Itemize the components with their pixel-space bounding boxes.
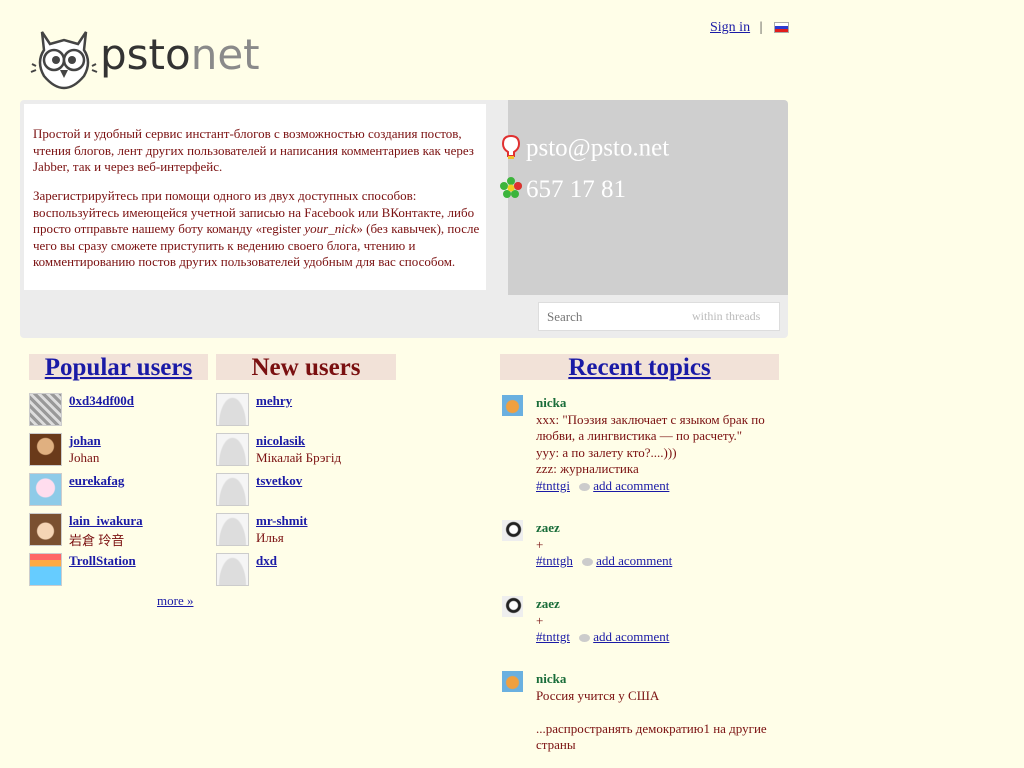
topic-tag-link[interactable]: #tnttgh <box>536 553 573 568</box>
avatar[interactable] <box>502 520 523 541</box>
comment-bubble-icon <box>579 482 591 491</box>
intro-paragraph-1: Простой и удобный сервис инстант-блогов … <box>33 126 474 175</box>
avatar[interactable] <box>502 671 523 692</box>
default-avatar-icon[interactable] <box>216 393 249 426</box>
topic-text-line: + <box>536 536 544 552</box>
user-real-name: Johan <box>69 450 100 465</box>
header-links: Sign in | <box>710 20 789 36</box>
popular-user-item: johan Johan <box>29 433 209 467</box>
user-nick-link[interactable]: 0xd34df00d <box>69 393 134 409</box>
user-nick-link[interactable]: nicolasik <box>256 433 305 449</box>
topic-author[interactable]: nicka <box>536 671 772 688</box>
topic-text-line: + <box>536 612 544 628</box>
add-comment-link[interactable]: add acomment <box>596 553 672 568</box>
topic-meta: #tnttgh add acomment <box>536 553 772 570</box>
topic-text-line: yyy: а по залету кто?....))) <box>536 444 677 460</box>
avatar[interactable] <box>502 596 523 617</box>
avatar[interactable] <box>29 513 62 546</box>
search-box: within threads <box>538 302 780 331</box>
topic-text-line: Россия учится у США <box>536 687 660 703</box>
user-nick-link[interactable]: johan <box>69 433 101 449</box>
user-real-name: 岩倉 玲音 <box>69 533 125 548</box>
russian-flag-icon[interactable] <box>773 22 789 34</box>
intro-text-box: Простой и удобный сервис инстант-блогов … <box>24 104 486 290</box>
recent-topics-link[interactable]: Recent topics <box>568 354 710 381</box>
new-user-item: nicolasik Мікалай Брэгід <box>216 433 396 467</box>
site-logo[interactable]: pstonet <box>30 22 260 92</box>
topic-text-line: xxx: "Поэзия заключает с языком брак по … <box>536 411 765 444</box>
user-nick-link[interactable]: TrollStation <box>69 553 136 569</box>
topic-text-line: ...распространять демократию1 на другие … <box>536 720 767 753</box>
avatar[interactable] <box>502 395 523 416</box>
jabber-address[interactable]: psto@psto.net <box>526 135 669 162</box>
add-comment-link[interactable]: add acomment <box>593 629 669 644</box>
search-scope-label[interactable]: within threads <box>692 309 760 324</box>
avatar[interactable] <box>29 433 62 466</box>
default-avatar-icon[interactable] <box>216 513 249 546</box>
user-nick-link[interactable]: lain_iwakura <box>69 513 143 529</box>
more-users-link[interactable]: more » <box>157 593 193 609</box>
avatar[interactable] <box>29 393 62 426</box>
topic-author[interactable]: nicka <box>536 395 772 412</box>
logo-wordmark: pstonet <box>100 30 260 79</box>
topic-blank-line <box>536 704 772 721</box>
comment-bubble-icon <box>579 634 591 643</box>
user-nick-link[interactable]: eurekafag <box>69 473 124 489</box>
icq-number[interactable]: 657 17 81 <box>526 176 626 203</box>
icq-flower-icon <box>500 177 522 205</box>
topic-tag-link[interactable]: #tnttgt <box>536 629 570 644</box>
new-user-item: mehry <box>216 393 396 427</box>
topic-author[interactable]: zaez <box>536 596 772 613</box>
new-user-item: mr-shmit Илья <box>216 513 396 547</box>
topic-author[interactable]: zaez <box>536 520 772 537</box>
jabber-bulb-icon <box>500 134 522 166</box>
new-user-item: tsvetkov <box>216 473 396 507</box>
topic-meta: #tnttgt add acomment <box>536 629 772 646</box>
popular-users-link[interactable]: Popular users <box>45 354 192 381</box>
default-avatar-icon[interactable] <box>216 433 249 466</box>
search-input[interactable] <box>545 306 679 328</box>
sign-in-link[interactable]: Sign in <box>710 20 750 35</box>
icq-contact[interactable]: 657 17 81 <box>500 176 626 205</box>
comment-bubble-icon <box>582 558 594 567</box>
popular-user-item: 0xd34df00d <box>29 393 209 427</box>
new-users-heading: New users <box>216 354 396 381</box>
user-nick-link[interactable]: mr-shmit <box>256 513 308 529</box>
default-avatar-icon[interactable] <box>216 473 249 506</box>
popular-user-item: lain_iwakura 岩倉 玲音 <box>29 513 209 548</box>
user-real-name: Илья <box>256 530 284 545</box>
user-nick-link[interactable]: dxd <box>256 553 277 569</box>
add-comment-link[interactable]: add acomment <box>593 478 669 493</box>
recent-topics-heading: Recent topics <box>500 354 779 381</box>
popular-user-item: eurekafag <box>29 473 209 507</box>
new-user-item: dxd <box>216 553 396 587</box>
user-nick-link[interactable]: mehry <box>256 393 292 409</box>
user-nick-link[interactable]: tsvetkov <box>256 473 302 489</box>
intro-paragraph-2: Зарегистрируйтесь при помощи одного из д… <box>33 188 480 270</box>
header-separator: | <box>759 20 763 35</box>
default-avatar-icon[interactable] <box>216 553 249 586</box>
popular-users-heading: Popular users <box>29 354 208 381</box>
popular-user-item: TrollStation <box>29 553 209 587</box>
topic-text-line: zzz: журналистика <box>536 461 639 477</box>
topic-meta: #tnttgi add acomment <box>536 478 772 495</box>
jabber-contact[interactable]: psto@psto.net <box>500 134 669 166</box>
topic-tag-link[interactable]: #tnttgi <box>536 478 570 493</box>
avatar[interactable] <box>29 473 62 506</box>
avatar[interactable] <box>29 553 62 586</box>
user-real-name: Мікалай Брэгід <box>256 450 342 465</box>
owl-icon <box>30 31 98 90</box>
